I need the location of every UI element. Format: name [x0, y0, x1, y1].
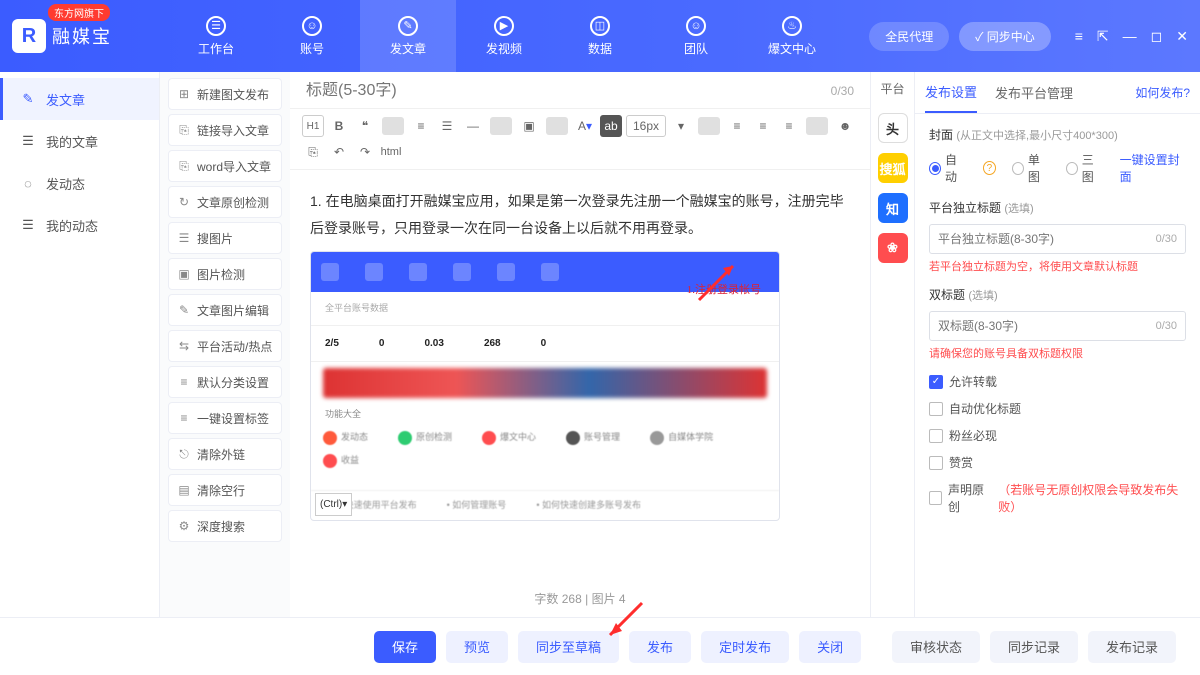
- app-logo-icon: R: [12, 19, 46, 53]
- side2-item-8[interactable]: ≡默认分类设置: [168, 366, 282, 398]
- editor-paragraph[interactable]: 1. 在电脑桌面打开融媒宝应用，如果是第一次登录先注册一个融媒宝的账号，注册完毕…: [310, 188, 850, 241]
- side1-item-2[interactable]: ◌发动态: [0, 162, 159, 204]
- help-link[interactable]: 如何发布?: [1135, 72, 1190, 113]
- side2-item-9[interactable]: ≡一键设置标签: [168, 402, 282, 434]
- side2-item-4[interactable]: ☰搜图片: [168, 222, 282, 254]
- side1-item-3[interactable]: ☰我的动态: [0, 204, 159, 246]
- side2-item-5[interactable]: ▣图片检测: [168, 258, 282, 290]
- side2-item-2[interactable]: ⎘word导入文章: [168, 150, 282, 182]
- app-name: 融媒宝: [52, 23, 112, 49]
- side2-item-6[interactable]: ✎文章图片编辑: [168, 294, 282, 326]
- sync-record-button[interactable]: 同步记录: [990, 631, 1078, 663]
- bg-color-icon[interactable]: ab: [600, 115, 622, 137]
- nav-1[interactable]: ☺账号: [264, 0, 360, 72]
- emoji-icon[interactable]: ☻: [834, 115, 856, 137]
- reward-check[interactable]: 赞赏: [929, 454, 1186, 471]
- close-icon[interactable]: ✕: [1176, 28, 1188, 45]
- side1-item-1[interactable]: ☰我的文章: [0, 120, 159, 162]
- save-button[interactable]: 保存: [374, 631, 436, 663]
- image-icon[interactable]: ▣: [518, 115, 540, 137]
- publish-record-button[interactable]: 发布记录: [1088, 631, 1176, 663]
- minimize-icon[interactable]: ―: [1123, 28, 1137, 45]
- platform-icon-1[interactable]: 搜狐: [878, 153, 908, 183]
- audit-status-button[interactable]: 审核状态: [892, 631, 980, 663]
- original-check[interactable]: 声明原创（若账号无原创权限会导致发布失败）: [929, 481, 1186, 515]
- cover-triple-radio[interactable]: 三图: [1066, 151, 1104, 185]
- align-center-icon[interactable]: ≡: [752, 115, 774, 137]
- ordered-list-icon[interactable]: ≡: [410, 115, 432, 137]
- nav-5[interactable]: ☺团队: [648, 0, 744, 72]
- embedded-screenshot: 1.注册登录帐号 全平台账号数据 2/5 0 0.03 268 0 功能大全 发…: [310, 251, 780, 521]
- editor-stats: 字数 268 | 图片 4: [290, 580, 870, 617]
- nav-2[interactable]: ✎发文章: [360, 0, 456, 72]
- side2-item-12[interactable]: ⚙深度搜索: [168, 510, 282, 542]
- maximize-icon[interactable]: ◻: [1151, 28, 1163, 45]
- tab-platform-mgmt[interactable]: 发布平台管理: [995, 72, 1073, 113]
- side2-item-11[interactable]: ▤清除空行: [168, 474, 282, 506]
- html-button[interactable]: html: [380, 141, 402, 163]
- platform-title-input[interactable]: [938, 232, 1156, 246]
- cover-single-radio[interactable]: 单图: [1012, 151, 1050, 185]
- font-size-select[interactable]: 16px: [626, 115, 666, 137]
- dual-title-input[interactable]: [938, 319, 1156, 333]
- cover-auto-radio[interactable]: 自动: [929, 151, 967, 185]
- publish-button[interactable]: 发布: [629, 631, 691, 663]
- side2-item-1[interactable]: ⎘链接导入文章: [168, 114, 282, 146]
- sync-center-button[interactable]: ✓ 同步中心: [959, 22, 1051, 51]
- sync-draft-button[interactable]: 同步至草稿: [518, 631, 619, 663]
- undo-icon[interactable]: ↶: [328, 141, 350, 163]
- title-count: 0/30: [831, 84, 854, 98]
- align-left-icon[interactable]: ≡: [726, 115, 748, 137]
- align-right-icon[interactable]: ≡: [778, 115, 800, 137]
- side1-item-0[interactable]: ✎发文章: [0, 78, 159, 120]
- cover-batch-link[interactable]: 一键设置封面: [1120, 151, 1186, 185]
- side2-item-3[interactable]: ↻文章原创检测: [168, 186, 282, 218]
- menu-icon[interactable]: ≡: [1075, 28, 1083, 45]
- side2-item-0[interactable]: ⊞新建图文发布: [168, 78, 282, 110]
- tab-publish-settings[interactable]: 发布设置: [925, 72, 977, 113]
- auto-optimize-check[interactable]: 自动优化标题: [929, 400, 1186, 417]
- platform-label: 平台: [880, 80, 904, 103]
- title-input[interactable]: [306, 82, 831, 100]
- nav-0[interactable]: ☰工作台: [168, 0, 264, 72]
- fans-visible-check[interactable]: 粉丝必现: [929, 427, 1186, 444]
- font-color-icon[interactable]: A▾: [574, 115, 596, 137]
- agent-button[interactable]: 全民代理: [869, 22, 949, 51]
- close-button[interactable]: 关闭: [799, 631, 861, 663]
- link-icon[interactable]: ⎘: [302, 141, 324, 163]
- allow-repost-check[interactable]: ✓允许转载: [929, 373, 1186, 390]
- help-icon[interactable]: ?: [983, 161, 996, 175]
- side2-item-7[interactable]: ⇆平台活动/热点: [168, 330, 282, 362]
- redo-icon[interactable]: ↷: [354, 141, 376, 163]
- hr-icon[interactable]: —: [462, 115, 484, 137]
- heading-icon[interactable]: H1: [302, 115, 324, 137]
- platform-icon-3[interactable]: ❀: [878, 233, 908, 263]
- preview-button[interactable]: 预览: [446, 631, 508, 663]
- bold-icon[interactable]: B: [328, 115, 350, 137]
- side2-item-10[interactable]: ⎋清除外链: [168, 438, 282, 470]
- brand-badge: 东方网旗下: [48, 4, 110, 21]
- nav-6[interactable]: ♨爆文中心: [744, 0, 840, 72]
- external-icon[interactable]: ⇱: [1097, 28, 1109, 45]
- nav-3[interactable]: ▶发视频: [456, 0, 552, 72]
- quote-icon[interactable]: ❝: [354, 115, 376, 137]
- nav-4[interactable]: ◫数据: [552, 0, 648, 72]
- unordered-list-icon[interactable]: ☰: [436, 115, 458, 137]
- platform-icon-2[interactable]: 知: [878, 193, 908, 223]
- platform-icon-0[interactable]: 头: [878, 113, 908, 143]
- schedule-button[interactable]: 定时发布: [701, 631, 789, 663]
